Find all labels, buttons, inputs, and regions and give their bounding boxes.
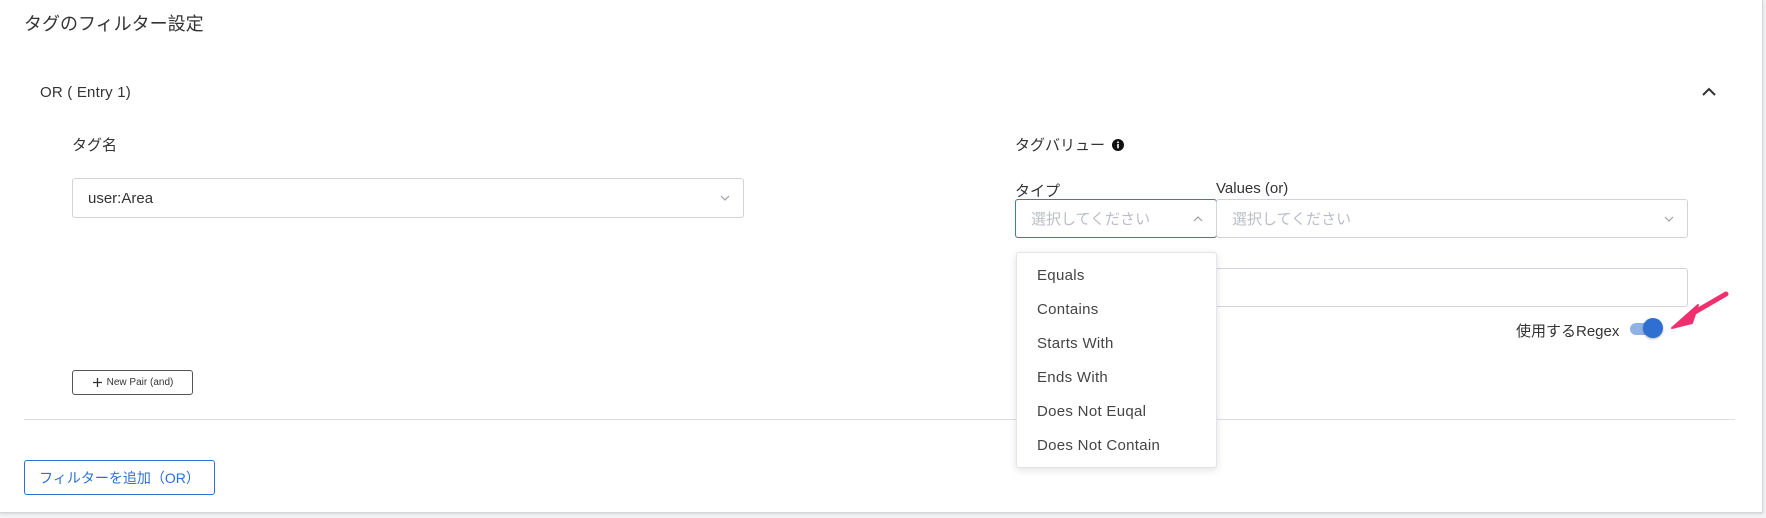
tag-name-select[interactable]: user:Area <box>72 178 744 218</box>
values-select[interactable]: 選択してください <box>1216 199 1688 238</box>
regex-toggle[interactable] <box>1628 317 1664 339</box>
dropdown-caret <box>1044 244 1060 252</box>
type-label: タイプ <box>1015 183 1061 200</box>
info-icon[interactable] <box>1112 139 1124 151</box>
dropdown-option-ends-with[interactable]: Ends With <box>1017 361 1216 395</box>
divider <box>24 419 1735 420</box>
tag-value-label: タグバリュー <box>1015 137 1106 154</box>
tag-filter-card: タグのフィルター設定 OR ( Entry 1) タグ名 user:Area タ… <box>0 0 1763 513</box>
dropdown-option-does-not-equal[interactable]: Does Not Euqal <box>1017 395 1216 429</box>
chevron-up-icon[interactable] <box>1697 80 1721 104</box>
plus-icon <box>92 378 102 387</box>
chevron-down-icon <box>1664 216 1674 222</box>
values-select-placeholder: 選択してください <box>1232 211 1352 228</box>
chevron-down-icon <box>720 195 730 201</box>
entry-title: OR ( Entry 1) <box>40 84 131 101</box>
new-pair-button-label: New Pair (and) <box>106 377 174 388</box>
annotation-arrow-icon <box>1671 291 1729 329</box>
values-label: Values (or) <box>1216 180 1289 197</box>
toggle-knob <box>1643 318 1663 338</box>
chevron-up-icon <box>1193 215 1203 221</box>
page-title: タグのフィルター設定 <box>24 14 204 34</box>
new-pair-button[interactable]: New Pair (and) <box>72 370 193 395</box>
type-select[interactable]: 選択してください <box>1015 199 1217 238</box>
dropdown-option-equals[interactable]: Equals <box>1017 259 1216 293</box>
type-select-placeholder: 選択してください <box>1031 211 1151 228</box>
regex-label: 使用するRegex <box>1516 323 1620 340</box>
dropdown-option-starts-with[interactable]: Starts With <box>1017 327 1216 361</box>
dropdown-option-does-not-contain[interactable]: Does Not Contain <box>1017 429 1216 463</box>
type-dropdown-menu: Equals Contains Starts With Ends With Do… <box>1016 252 1217 468</box>
add-filter-button[interactable]: フィルターを追加（OR） <box>24 460 215 495</box>
tag-name-value: user:Area <box>88 189 154 207</box>
tag-value-input[interactable] <box>1214 268 1688 307</box>
tag-name-label: タグ名 <box>72 137 118 154</box>
dropdown-option-contains[interactable]: Contains <box>1017 293 1216 327</box>
